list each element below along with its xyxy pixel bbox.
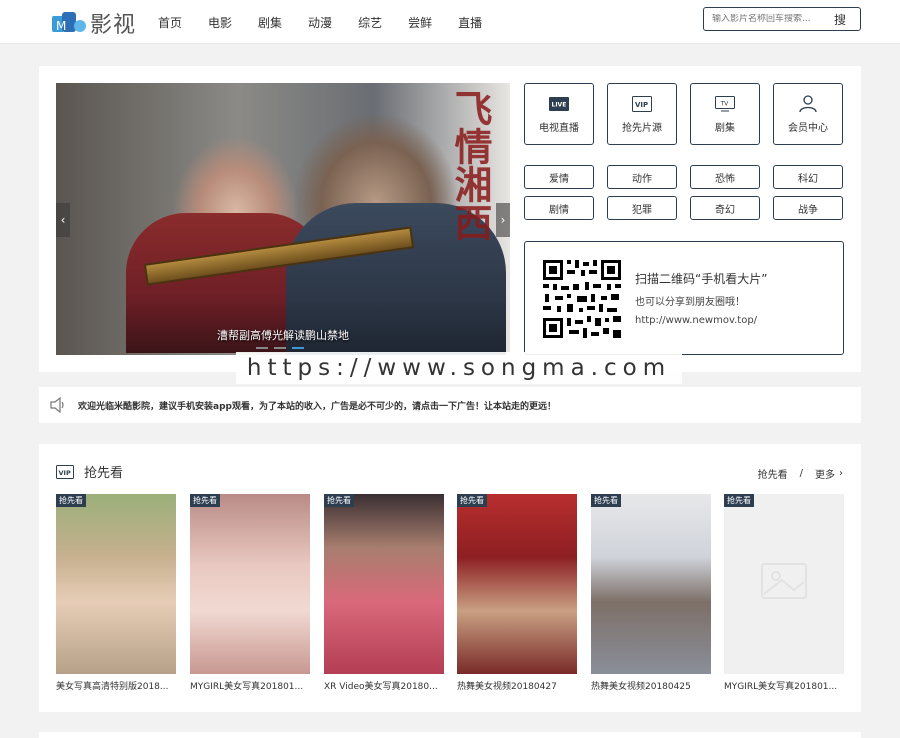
image-placeholder-icon [761, 563, 807, 599]
video-card[interactable]: 抢先看 美女写真高清特别版2018... [56, 494, 176, 692]
nav-preview[interactable]: 尝鲜 [408, 14, 432, 31]
search-button[interactable]: 搜 [834, 11, 846, 28]
category-label: 电视直播 [539, 122, 579, 134]
speaker-icon [49, 397, 67, 413]
site-logo[interactable]: M 影视 [50, 8, 136, 38]
slider-dot-active[interactable] [292, 347, 304, 349]
slide-caption[interactable]: 漕帮副高傅光解读鹏山禁地 [56, 327, 510, 343]
category-vip-source[interactable]: VIP 抢先片源 [607, 83, 677, 145]
logo-text: 影视 [90, 13, 137, 38]
slider-dot[interactable] [256, 347, 268, 349]
qr-promo: 扫描二维码“手机看大片” 也可以分享到朋友圈哦！ http://www.newm… [524, 241, 844, 355]
video-title[interactable]: MYGIRL美女写真201801... [190, 679, 310, 692]
vip-section: VIP 抢先看 抢先看 / 更多 › 抢先看 美女写真高清特别版2018... … [39, 444, 861, 712]
badge: 抢先看 [457, 494, 487, 507]
video-title[interactable]: 热舞美女视频20180427 [457, 679, 577, 692]
genre-tag[interactable]: 动作 [607, 165, 677, 189]
video-title[interactable]: 热舞美女视频20180425 [591, 679, 711, 692]
section-link[interactable]: 抢先看 [758, 466, 788, 481]
notice-text: 欢迎光临米酷影院，建议手机安装app观看，为了本站的收入，广告是必不可少的，请点… [78, 401, 556, 412]
slider-dots [256, 347, 304, 349]
category-label: 会员中心 [788, 122, 828, 134]
svg-text:VIP: VIP [635, 101, 648, 109]
genre-tag[interactable]: 科幻 [773, 165, 843, 189]
vip-icon: VIP [632, 95, 652, 113]
category-live-tv[interactable]: LIVE 电视直播 [524, 83, 594, 145]
notice-bar: 欢迎光临米酷影院，建议手机安装app观看，为了本站的收入，广告是必不可少的，请点… [39, 387, 861, 423]
nav-anime[interactable]: 动漫 [308, 14, 332, 31]
qr-code-icon [541, 258, 623, 340]
user-icon [799, 94, 817, 113]
svg-text:LIVE: LIVE [552, 101, 567, 108]
nav-home[interactable]: 首页 [158, 14, 182, 31]
live-icon: LIVE [549, 95, 569, 113]
video-title[interactable]: MYGIRL美女写真201801... [724, 679, 844, 692]
tv-icon: TV [715, 95, 735, 113]
nav-live[interactable]: 直播 [458, 14, 482, 31]
video-title[interactable]: XR Video美女写真20180... [324, 679, 444, 692]
hero-slider[interactable]: 飞情湘西 漕帮副高傅光解读鹏山禁地 ‹ › [56, 83, 510, 355]
qr-subtitle: 也可以分享到朋友圈哦！ [635, 297, 745, 308]
logo-mark-icon: M [50, 10, 88, 36]
chevron-right-icon: › [839, 468, 843, 479]
genre-tag[interactable]: 剧情 [524, 196, 594, 220]
video-thumbnail[interactable]: 抢先看 [56, 494, 176, 674]
category-label: 剧集 [715, 122, 735, 134]
video-card[interactable]: 抢先看 MYGIRL美女写真201801... [724, 494, 844, 692]
section-links: 抢先看 / 更多 › [758, 466, 843, 481]
section-title: 抢先看 [84, 466, 124, 481]
vip-icon: VIP [56, 464, 74, 479]
featured-panel: 飞情湘西 漕帮副高傅光解读鹏山禁地 ‹ › LIVE 电视直播 VIP 抢先片源… [39, 66, 861, 372]
video-card[interactable]: 抢先看 XR Video美女写真20180... [324, 494, 444, 692]
video-thumbnail[interactable]: 抢先看 [591, 494, 711, 674]
genre-tag[interactable]: 犯罪 [607, 196, 677, 220]
badge: 抢先看 [190, 494, 220, 507]
nav-variety[interactable]: 综艺 [358, 14, 382, 31]
next-section [39, 732, 861, 738]
site-header: M 影视 首页 电影 剧集 动漫 综艺 尝鲜 直播 搜 [0, 0, 900, 44]
genre-tag[interactable]: 战争 [773, 196, 843, 220]
category-member-center[interactable]: 会员中心 [773, 83, 843, 145]
video-thumbnail[interactable]: 抢先看 [324, 494, 444, 674]
svg-text:VIP: VIP [59, 469, 71, 477]
nav-movies[interactable]: 电影 [208, 14, 232, 31]
badge: 抢先看 [324, 494, 354, 507]
slide-poster-title: 飞情湘西 [448, 89, 493, 241]
main-nav: 首页 电影 剧集 动漫 综艺 尝鲜 直播 [158, 0, 508, 44]
link-separator: / [799, 468, 803, 479]
slider-next-button[interactable]: › [496, 203, 510, 237]
video-thumbnail[interactable]: 抢先看 [457, 494, 577, 674]
nav-series[interactable]: 剧集 [258, 14, 282, 31]
video-card[interactable]: 抢先看 MYGIRL美女写真201801... [190, 494, 310, 692]
badge: 抢先看 [56, 494, 86, 507]
genre-tag[interactable]: 恐怖 [690, 165, 760, 189]
qr-url[interactable]: http://www.newmov.top/ [635, 315, 757, 326]
watermark-text: https://www.songma.com [236, 352, 682, 384]
genre-tag[interactable]: 奇幻 [690, 196, 760, 220]
search-input[interactable] [704, 14, 830, 24]
video-card[interactable]: 抢先看 热舞美女视频20180427 [457, 494, 577, 692]
category-series[interactable]: TV 剧集 [690, 83, 760, 145]
video-card[interactable]: 抢先看 热舞美女视频20180425 [591, 494, 711, 692]
slider-dot[interactable] [274, 347, 286, 349]
qr-title: 扫描二维码“手机看大片” [635, 272, 768, 286]
svg-text:TV: TV [720, 100, 730, 107]
slider-prev-button[interactable]: ‹ [56, 203, 70, 237]
video-thumbnail[interactable]: 抢先看 [724, 494, 844, 674]
genre-tag[interactable]: 爱情 [524, 165, 594, 189]
section-header: VIP 抢先看 [56, 462, 123, 481]
svg-text:M: M [56, 19, 66, 33]
more-link[interactable]: 更多 [815, 466, 835, 481]
video-title[interactable]: 美女写真高清特别版2018... [56, 679, 176, 692]
search-box: 搜 [703, 7, 861, 31]
video-thumbnail[interactable]: 抢先看 [190, 494, 310, 674]
badge: 抢先看 [591, 494, 621, 507]
category-label: 抢先片源 [622, 122, 662, 134]
